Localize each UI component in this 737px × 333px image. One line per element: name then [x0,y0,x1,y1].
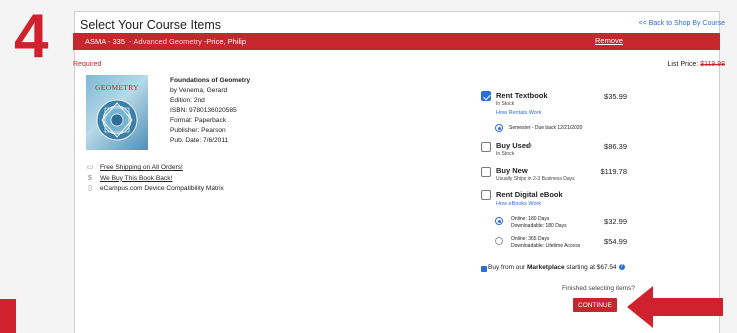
rent-ebook-checkbox[interactable] [481,190,491,200]
ebook-365-days-radio[interactable] [495,237,503,245]
list-price: List Price: $119.98 [668,61,725,68]
new-shipping-status: Usually Ships in 2-3 Business Days [496,176,575,182]
list-price-label: List Price: [667,61,701,68]
buy-used-title: Buy Used [496,141,531,150]
free-shipping-row[interactable]: ▭ Free Shipping on All Orders! [86,163,224,174]
book-isbn: ISBN: 9780136020585 [170,107,237,114]
book-cover-image: GEOMETRY [86,75,148,150]
marketplace-checkbox[interactable] [481,266,487,272]
compat-row[interactable]: ▯ eCampus.com Device Compatibility Matri… [86,184,224,195]
course-instructor: Price, Philip [206,37,247,46]
how-rentals-work-link[interactable]: How Rentals Work [496,110,541,116]
marketplace-offer[interactable]: Buy from our Marketplace starting at $67… [481,264,625,272]
continue-button[interactable]: CONTINUE [573,298,617,312]
marketplace-prefix: Buy from our [488,264,528,271]
truck-icon: ▭ [86,164,94,171]
compat-matrix-link[interactable]: eCampus.com Device Compatibility Matrix [100,184,224,195]
semester-rental-radio[interactable] [495,124,503,132]
marketplace-price: starting at $67.54 [564,264,617,271]
rent-textbook-checkbox[interactable] [481,91,491,101]
ebook-365-days-label: Online: 365 Days Downloadable: Lifetime … [511,236,580,249]
info-icon[interactable]: ◉ [527,142,532,149]
cover-title: GEOMETRY [95,83,139,92]
buy-new-price: $119.78 [600,167,627,176]
book-details: Foundations of Geometry by Venema, Gerar… [170,76,250,146]
how-ebooks-work-link[interactable]: How eBooks Work [496,201,541,207]
required-label: Required [73,61,102,68]
book-pub-date: Pub. Date: 7/6/2011 [170,137,229,144]
ebook-180-days-radio[interactable] [495,217,503,225]
book-edition: Edition: 2nd [170,97,205,104]
buy-used-price: $86.39 [604,142,627,151]
used-stock-status: In Stock [496,151,515,157]
ebook-180-days-label: Online: 180 Days Downloadable: 180 Days [511,216,567,229]
course-bar-extension [561,33,720,50]
course-code: ASMA - 335 [85,37,126,46]
pointer-arrow-icon [627,286,723,328]
rent-textbook-title: Rent Textbook [496,91,548,100]
buy-new-title: Buy New [496,166,528,175]
book-extra-links: ▭ Free Shipping on All Orders! $ We Buy … [86,163,224,195]
book-author: by Venema, Gerard [170,87,228,94]
book-format: Format: Paperback [170,117,227,124]
buyback-row[interactable]: $ We Buy This Book Back! [86,174,224,185]
rent-ebook-title: Rent Digital eBook [496,190,563,199]
ebook-180-days-price: $32.99 [604,217,627,226]
buy-new-checkbox[interactable] [481,167,491,177]
course-separator: - [129,37,132,46]
list-price-value: $119.98 [700,61,725,68]
semester-rental-label: Semester - Due back 12/21/2020 [509,125,583,131]
corner-marker [0,299,16,333]
rent-stock-status: In Stock [496,101,515,107]
ebook-365-line2: Downloadable: Lifetime Access [511,242,581,249]
ebook-365-days-price: $54.99 [604,237,627,246]
course-name: Advanced Geometry [133,37,202,46]
back-to-shop-link[interactable]: << Back to Shop By Course [639,20,725,27]
remove-link[interactable]: Remove [595,36,623,45]
book-publisher: Publisher: Pearson [170,127,226,134]
dollar-icon: $ [88,174,92,182]
help-icon[interactable]: ? [618,264,625,271]
buy-used-checkbox[interactable] [481,142,491,152]
step-number: 4 [14,2,49,71]
buyback-link[interactable]: We Buy This Book Back! [100,174,172,185]
page-title: Select Your Course Items [80,18,222,32]
course-header-bar: ASMA - 335 - Advanced Geometry - Price, … [73,33,561,50]
cover-pattern-graphic [96,99,138,141]
rent-textbook-price: $35.99 [604,92,627,101]
marketplace-link[interactable]: Marketplace [527,264,565,271]
book-title: Foundations of Geometry [170,77,251,84]
ebook-180-line2: Downloadable: 180 Days [511,222,567,229]
free-shipping-link[interactable]: Free Shipping on All Orders! [100,163,183,174]
device-icon: ▯ [88,185,92,192]
